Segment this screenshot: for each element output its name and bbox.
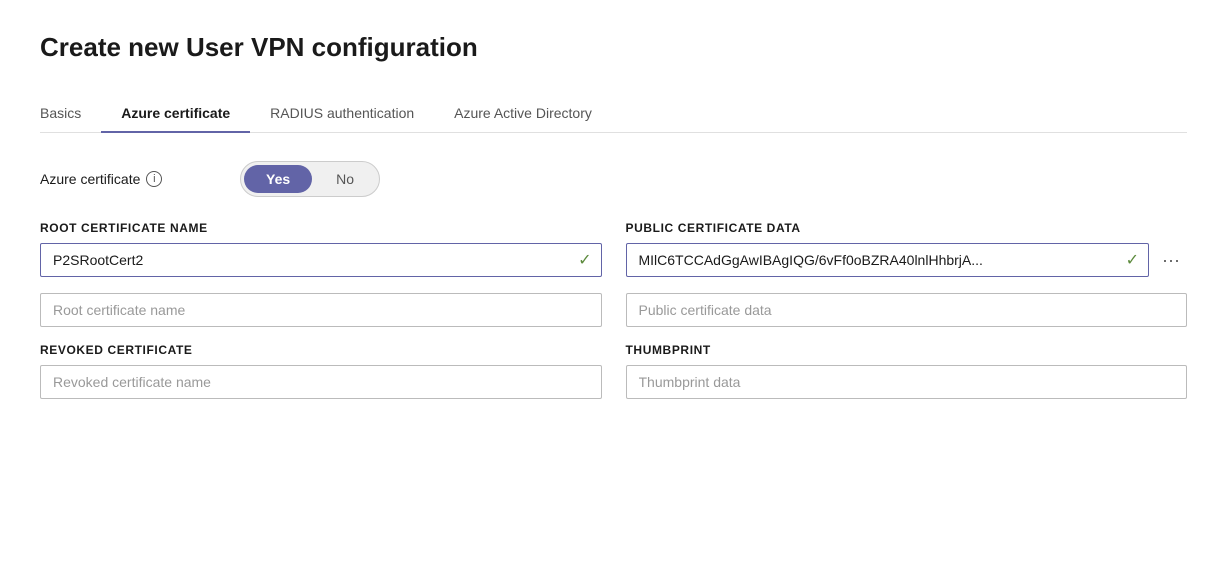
cert-empty-row: [40, 293, 1187, 327]
root-cert-name-filled-input[interactable]: [40, 243, 602, 277]
root-cert-name-header: ROOT CERTIFICATE NAME: [40, 221, 602, 235]
thumbprint-input[interactable]: [626, 365, 1188, 399]
azure-certificate-info-icon[interactable]: i: [146, 171, 162, 187]
root-cert-name-filled-row: ✓: [40, 243, 602, 277]
toggle-yes-button[interactable]: Yes: [244, 165, 312, 193]
tab-azure-active-directory[interactable]: Azure Active Directory: [434, 95, 612, 133]
azure-certificate-label: Azure certificate i: [40, 171, 240, 187]
certificate-section: ROOT CERTIFICATE NAME ✓ PUBLIC CERTIFICA…: [40, 221, 1187, 399]
page-title: Create new User VPN configuration: [40, 32, 1187, 63]
more-options-button[interactable]: ···: [1155, 244, 1187, 276]
root-cert-name-empty-input[interactable]: [40, 293, 602, 327]
public-cert-data-header: PUBLIC CERTIFICATE DATA: [626, 221, 1188, 235]
public-cert-data-filled-row: ✓ ···: [626, 243, 1188, 277]
azure-certificate-row: Azure certificate i Yes No: [40, 161, 1187, 197]
root-cert-name-check-icon: ✓: [578, 250, 591, 270]
tab-azure-certificate[interactable]: Azure certificate: [101, 95, 250, 133]
revoked-cert-name-input[interactable]: [40, 365, 602, 399]
public-cert-data-check-icon: ✓: [1126, 250, 1139, 270]
public-cert-data-empty-input[interactable]: [626, 293, 1188, 327]
azure-certificate-toggle: Yes No: [240, 161, 380, 197]
tab-basics[interactable]: Basics: [40, 95, 101, 133]
tab-nav: Basics Azure certificate RADIUS authenti…: [40, 95, 1187, 133]
revoked-cert-header: REVOKED CERTIFICATE: [40, 343, 602, 357]
tab-radius-authentication[interactable]: RADIUS authentication: [250, 95, 434, 133]
public-cert-data-filled-input[interactable]: [626, 243, 1150, 277]
revoked-cert-section: REVOKED CERTIFICATE THUMBPRINT: [40, 343, 1187, 399]
cert-headers-row: ROOT CERTIFICATE NAME ✓ PUBLIC CERTIFICA…: [40, 221, 1187, 277]
thumbprint-header: THUMBPRINT: [626, 343, 1188, 357]
toggle-no-button[interactable]: No: [314, 165, 376, 193]
